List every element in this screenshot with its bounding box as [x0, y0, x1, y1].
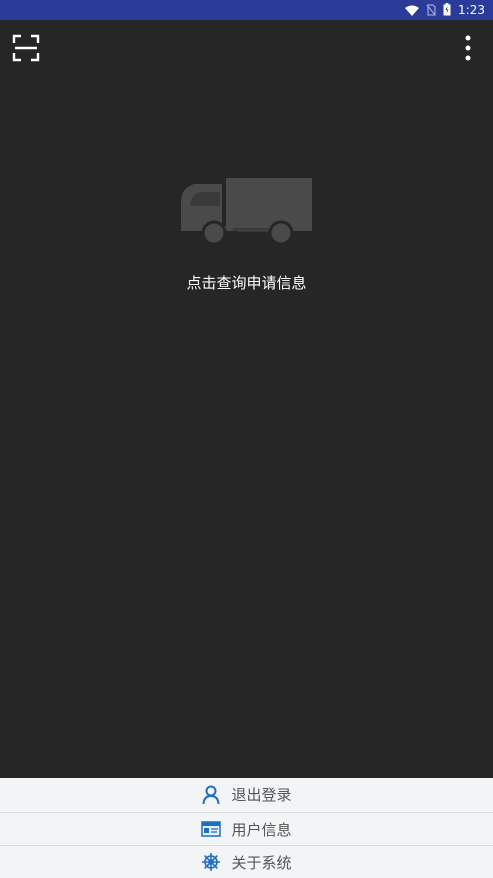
scan-icon: [12, 34, 40, 66]
id-card-icon: [201, 819, 222, 839]
truck-icon: [178, 176, 314, 250]
status-time: 1:23: [458, 3, 485, 17]
scan-button[interactable]: [8, 32, 44, 68]
empty-state-message[interactable]: 点击查询申请信息: [0, 272, 493, 293]
about-system-menu-item[interactable]: 关于系统: [0, 845, 493, 878]
user-icon: [201, 785, 221, 805]
bottom-menu: 退出登录 用户信息 关于系统: [0, 778, 493, 878]
toolbar: [0, 20, 493, 78]
user-info-menu-item[interactable]: 用户信息: [0, 812, 493, 845]
helm-icon: [201, 852, 221, 872]
wifi-icon: [405, 1, 420, 20]
menu-item-label: 退出登录: [231, 786, 292, 804]
logout-menu-item[interactable]: 退出登录: [0, 778, 493, 811]
battery-icon: [443, 1, 451, 20]
menu-item-label: 用户信息: [231, 820, 292, 839]
status-bar: 1:23: [0, 0, 493, 20]
more-vertical-icon: [465, 35, 471, 65]
more-options-button[interactable]: [455, 32, 481, 68]
no-sim-icon: [426, 1, 436, 20]
menu-item-label: 关于系统: [231, 853, 292, 872]
